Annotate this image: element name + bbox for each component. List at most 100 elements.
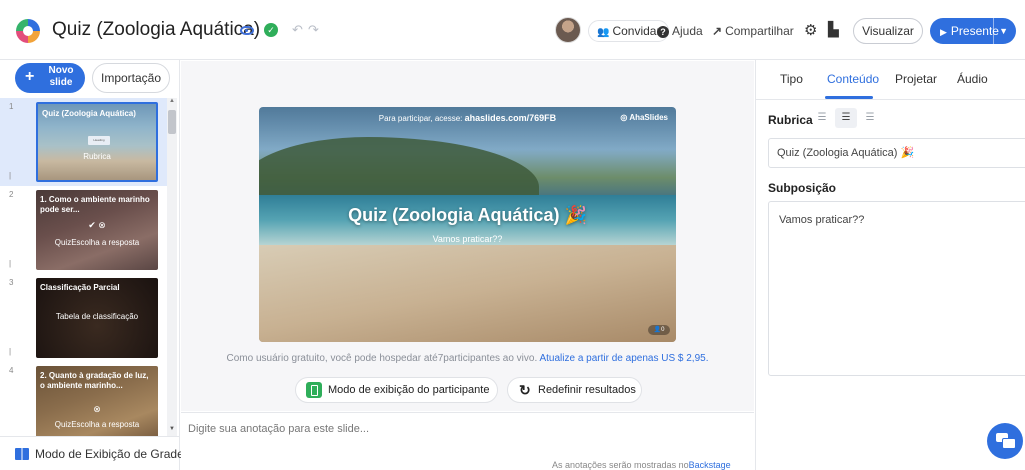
present-button[interactable]: ▶ Presente ▼ [930, 18, 1016, 44]
scroll-up-icon[interactable]: ▲ [169, 98, 175, 104]
brand-logo-icon: ◎ [620, 113, 630, 122]
mobile-icon [306, 382, 322, 398]
thumbnail-type: QuizEscolha a resposta [54, 238, 140, 247]
align-left-icon[interactable]: ☰ [811, 108, 833, 128]
new-slide-label: Novo slide [48, 65, 74, 88]
participant-count-badge: 👤0 [648, 325, 670, 335]
undo-icon[interactable]: ↶ [292, 22, 303, 38]
thumbnail-type: Tabela de classificação [55, 312, 139, 321]
heading-label: Rubrica [768, 113, 813, 127]
plus-icon: + [25, 68, 35, 85]
participant-view-label: Modo de exibição do participante [328, 384, 490, 396]
slide-number: 3 [9, 278, 14, 287]
reset-label: Redefinir resultados [538, 384, 636, 396]
thumbnail-title: 1. Como o ambiente marinho pode ser... [40, 195, 150, 214]
share-icon: ↗ [712, 24, 723, 38]
thumbnail-type: Rubrica [83, 152, 111, 161]
subheading-label: Subposição [768, 181, 837, 195]
share-label: Compartilhar [725, 24, 794, 38]
thumbnail-heading-box: Heading [88, 136, 110, 145]
notes-hint-text: As anotações serão mostradas no [552, 460, 689, 470]
preview-button[interactable]: Visualizar [853, 18, 923, 44]
refresh-icon: ↻ [519, 382, 531, 398]
gear-icon[interactable]: ⚙ [804, 21, 817, 39]
slide-list-scrollbar[interactable] [167, 98, 177, 436]
participant-view-button[interactable]: Modo de exibição do participante [295, 377, 498, 403]
scroll-down-icon[interactable]: ▼ [169, 426, 175, 432]
free-note-text: Como usuário gratuito, você pode hospeda… [226, 353, 538, 364]
grid-view-button[interactable]: Modo de Exibição de Grade [15, 447, 184, 461]
logo-icon[interactable] [16, 19, 40, 43]
chat-icon[interactable] [987, 423, 1023, 459]
tab-audio[interactable]: Áudio [957, 72, 988, 86]
slide-handle[interactable]: | [9, 171, 11, 180]
join-instructions: Para participar, acesse: ahaslides.com/7… [259, 113, 676, 123]
tab-type[interactable]: Tipo [780, 72, 803, 86]
notes-hint: As anotações serão mostradas noBackstage [552, 460, 731, 470]
help-link[interactable]: ? Ajuda [657, 24, 703, 38]
check-circle-icon: ✓ [264, 23, 278, 37]
grid-icon [15, 448, 29, 460]
grid-view-label: Modo de Exibição de Grade [35, 447, 184, 461]
free-plan-note: Como usuário gratuito, você pode hospeda… [181, 353, 754, 364]
eye-icon[interactable] [240, 26, 254, 35]
join-prefix: Para participar, acesse: [378, 114, 463, 123]
tab-design[interactable]: Projetar [895, 72, 937, 86]
subheading-input[interactable]: Vamos praticar?? [768, 201, 1025, 376]
document-icon[interactable]: ▙ [828, 21, 839, 38]
redo-icon[interactable]: ↷ [308, 22, 319, 38]
slide-item[interactable]: 4 2. Quanto à gradação de luz, o ambient… [0, 362, 167, 436]
play-icon: ▶ [940, 27, 947, 37]
share-link[interactable]: ↗ Compartilhar [712, 24, 794, 38]
slide-preview[interactable]: Para participar, acesse: ahaslides.com/7… [259, 107, 676, 342]
invite-icon: 👥 [597, 27, 610, 38]
notes-input[interactable]: Digite sua anotação para este slide... [188, 423, 369, 435]
upgrade-link[interactable]: Atualize a partir de apenas US $ 2,95. [539, 353, 708, 364]
quiz-icons: ⊗ [93, 404, 101, 414]
invite-label: Convidar [612, 24, 661, 38]
slide-thumbnail[interactable]: Classificação Parcial Tabela de classifi… [36, 278, 158, 358]
slide-number: 4 [9, 366, 14, 375]
slide-handle[interactable]: | [9, 259, 11, 268]
thumbnail-title: Classificação Parcial [40, 283, 120, 292]
thumbnail-title: 2. Quanto à gradação de luz, o ambiente … [40, 371, 149, 390]
slide-title: Quiz (Zoologia Aquática) 🎉 [348, 205, 587, 225]
slide-number: 2 [9, 190, 14, 199]
thumbnail-type: QuizEscolha a resposta [54, 420, 140, 429]
slide-subtitle: Vamos praticar?? [432, 234, 503, 244]
slide-item[interactable]: 2 | 1. Como o ambiente marinho pode ser.… [0, 186, 167, 274]
slide-item[interactable]: 1 | Quiz (Zoologia Aquática) Heading Rub… [0, 98, 167, 186]
backstage-link[interactable]: Backstage [689, 460, 731, 470]
slide-thumbnail[interactable]: 1. Como o ambiente marinho pode ser... ✔… [36, 190, 158, 270]
align-right-icon[interactable]: ☰ [859, 108, 881, 128]
participant-icon: 👤 [653, 327, 662, 333]
tab-content[interactable]: Conteúdo [827, 72, 879, 86]
presentation-title[interactable]: Quiz (Zoologia Aquática) [52, 19, 260, 41]
brand-logo: ◎ AhaSlides [620, 113, 668, 122]
quiz-icons: ✔ ⊗ [88, 220, 106, 230]
help-icon: ? [657, 26, 669, 38]
heading-input[interactable]: Quiz (Zoologia Aquática) 🎉 [768, 138, 1025, 168]
help-label: Ajuda [672, 24, 703, 38]
reset-results-button[interactable]: ↻ Redefinir resultados [507, 377, 642, 403]
slide-handle[interactable]: | [9, 347, 11, 356]
align-center-icon[interactable]: ☰ [835, 108, 857, 128]
chevron-down-icon[interactable]: ▼ [993, 18, 1008, 44]
avatar[interactable] [555, 17, 581, 43]
slide-list: 1 | Quiz (Zoologia Aquática) Heading Rub… [0, 98, 180, 436]
present-label: Presente [950, 24, 999, 38]
slide-item[interactable]: 3 | Classificação Parcial Tabela de clas… [0, 274, 167, 362]
participant-count: 0 [661, 327, 665, 333]
slide-thumbnail[interactable]: Quiz (Zoologia Aquática) Heading Rubrica [36, 102, 158, 182]
new-slide-button[interactable]: + Novo slide [15, 63, 85, 93]
join-url: ahaslides.com/769FB [464, 113, 557, 123]
active-tab-indicator [825, 96, 873, 99]
slide-thumbnail[interactable]: 2. Quanto à gradação de luz, o ambiente … [36, 366, 158, 436]
slide-number: 1 [9, 102, 14, 111]
brand-name: AhaSlides [629, 113, 668, 122]
import-button[interactable]: Importação [92, 63, 170, 93]
slide-background [259, 245, 676, 342]
scrollbar-thumb[interactable] [168, 110, 176, 134]
divider [0, 436, 180, 437]
thumbnail-title: Quiz (Zoologia Aquática) [42, 109, 136, 118]
